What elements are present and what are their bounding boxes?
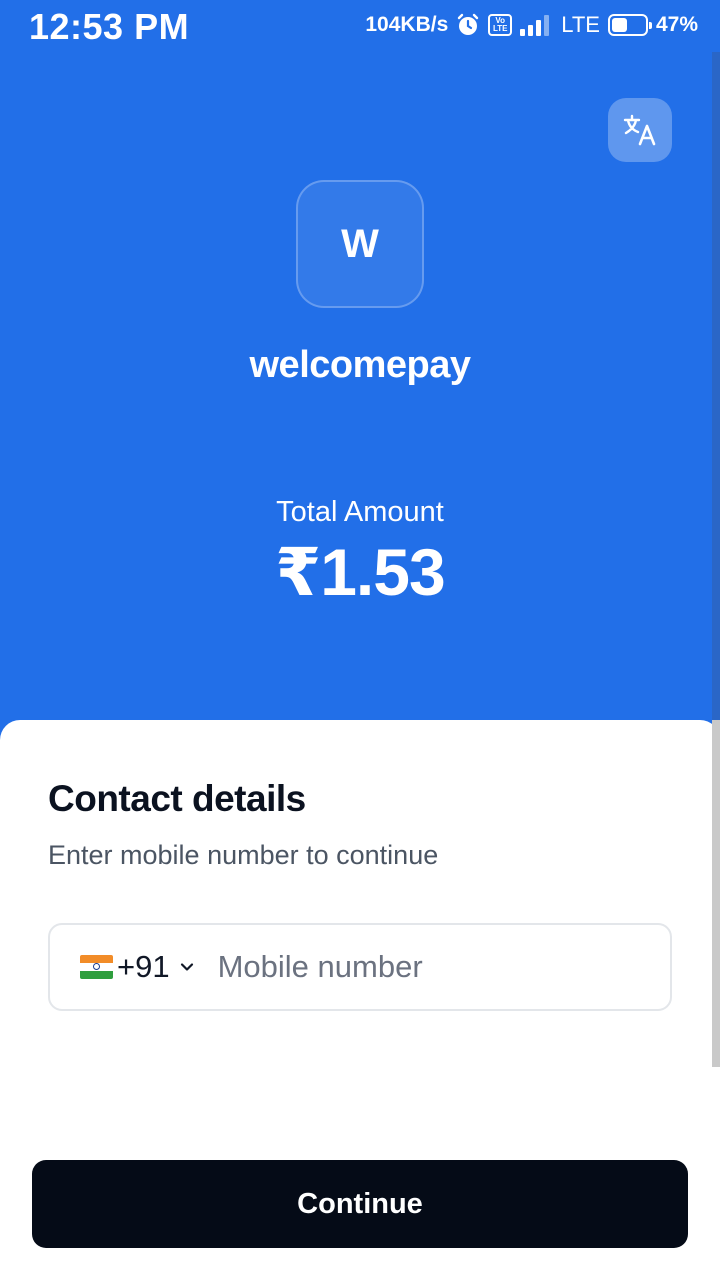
continue-button[interactable]: Continue: [32, 1160, 688, 1248]
chevron-down-icon: [180, 963, 193, 971]
translate-button[interactable]: [608, 98, 672, 162]
battery-percent: 47%: [655, 13, 698, 36]
amount-label: Total Amount: [276, 496, 444, 528]
battery-icon: [607, 14, 652, 36]
alarm-icon: [458, 13, 479, 35]
contact-title: Contact details: [48, 778, 306, 819]
merchant-logo: W: [296, 180, 424, 308]
network-type: LTE: [561, 12, 600, 37]
signal-icon: [520, 14, 550, 36]
sheet-scroll-edge: [712, 720, 720, 1067]
contact-subtitle: Enter mobile number to continue: [48, 840, 439, 870]
mobile-number-input[interactable]: [217, 925, 670, 1009]
battery-fill: [611, 18, 627, 32]
phone-field[interactable]: +91: [48, 923, 672, 1011]
amount-value: ₹1.53: [275, 535, 445, 609]
payment-screen: 12:53 PM 104KB/s Vo LTE LTE 47% W welcom…: [0, 0, 720, 1280]
status-time: 12:53 PM: [29, 6, 190, 47]
country-code-picker[interactable]: +91: [50, 925, 196, 1009]
volte-icon: Vo LTE: [488, 14, 513, 36]
status-bar: 12:53 PM 104KB/s Vo LTE LTE 47%: [0, 0, 720, 52]
india-flag-icon: [80, 955, 113, 979]
network-speed: 104KB/s: [365, 13, 449, 36]
status-indicators: 104KB/s Vo LTE LTE 47%: [365, 10, 698, 40]
translate-icon: [623, 114, 656, 146]
dial-code: +91: [117, 949, 170, 984]
merchant-name: welcomepay: [249, 344, 472, 386]
